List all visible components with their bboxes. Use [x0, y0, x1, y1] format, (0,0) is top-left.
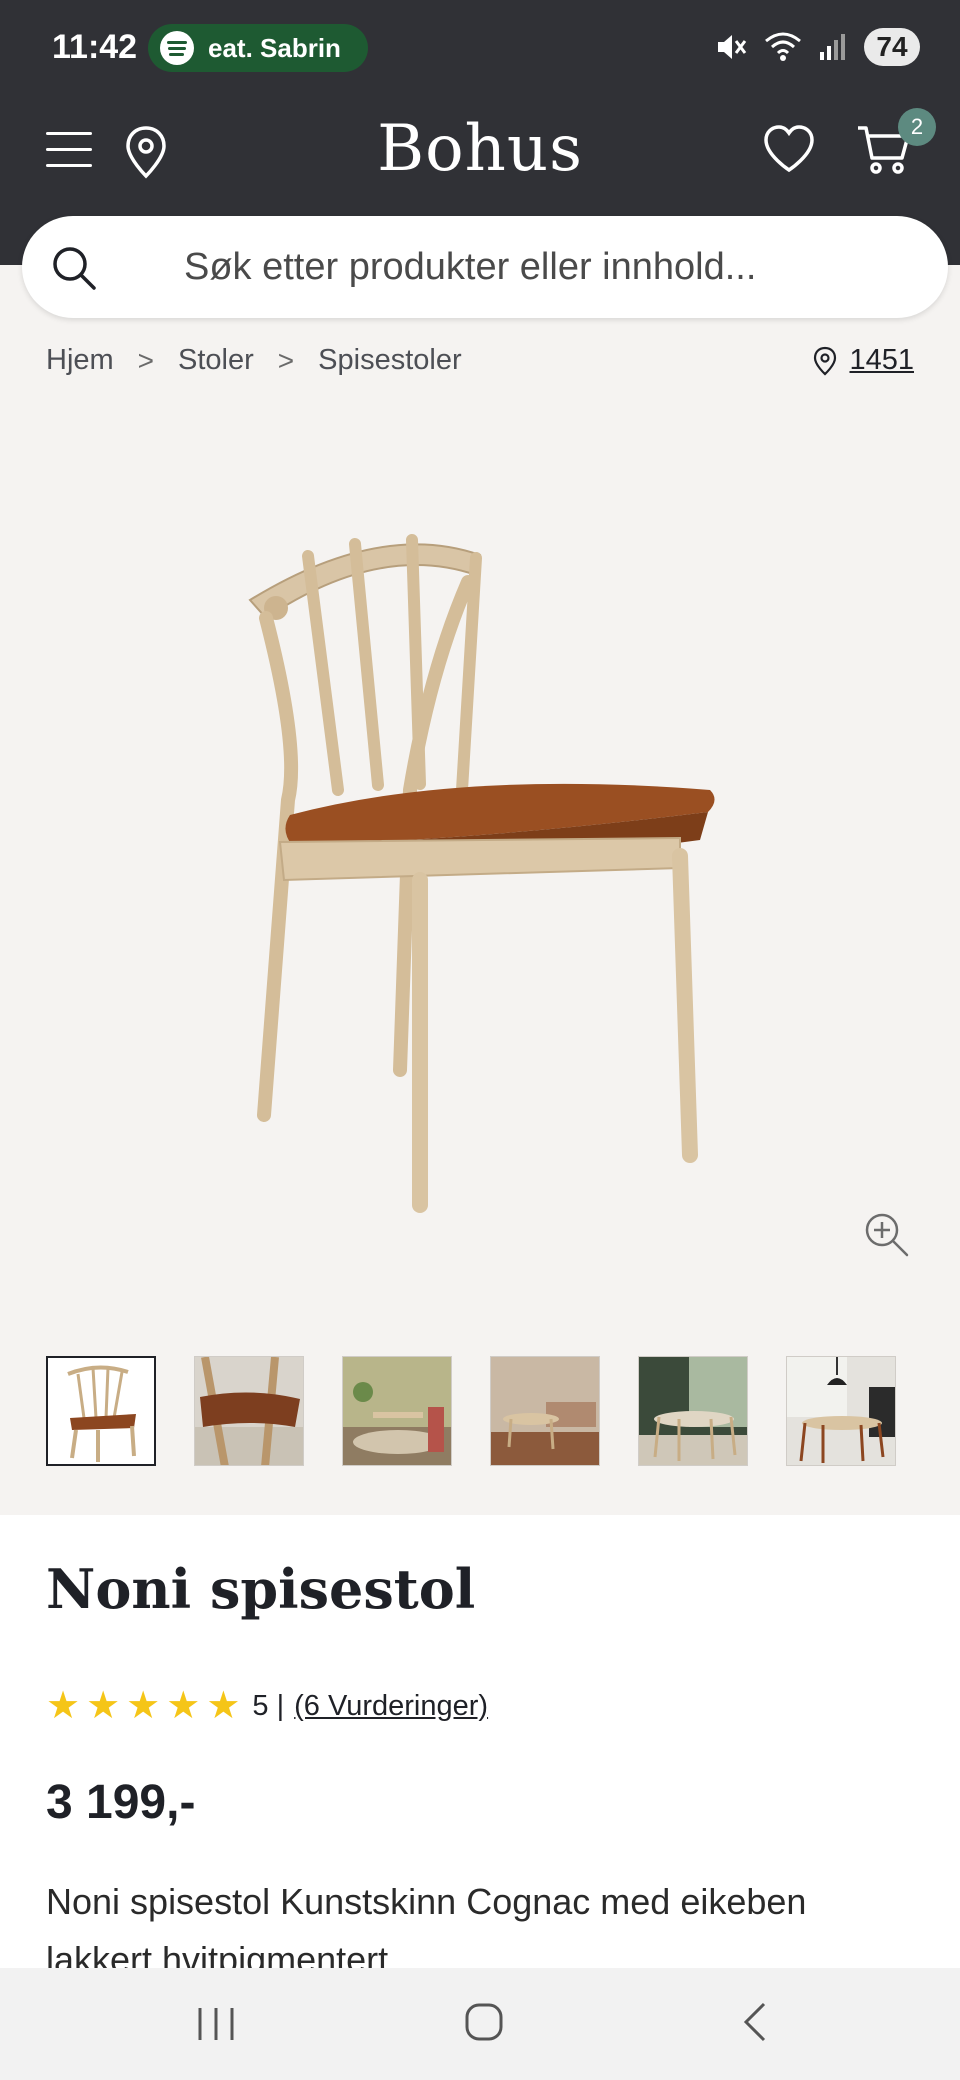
star-icon: ★	[46, 1685, 81, 1727]
signal-icon	[820, 34, 845, 60]
rating-stars: ★ ★ ★ ★ ★	[46, 1687, 240, 1725]
thumbnail-5[interactable]	[638, 1356, 748, 1466]
thumbnail-4[interactable]	[490, 1356, 600, 1466]
site-header: Bohus	[0, 110, 960, 200]
store-selector[interactable]: 1451	[813, 344, 914, 377]
thumbnail-1[interactable]	[46, 1356, 156, 1466]
search-icon	[53, 247, 96, 290]
now-playing-pill[interactable]: eat. Sabrin	[148, 24, 368, 72]
battery-indicator: 74	[864, 28, 920, 66]
thumbnail-strip	[46, 1356, 896, 1466]
heart-icon[interactable]	[762, 124, 816, 174]
status-bar: 11:42 eat. Sabrin 74	[0, 0, 960, 100]
now-playing-text: eat. Sabrin	[208, 32, 341, 63]
wifi-icon	[765, 32, 801, 61]
chevron-right-icon: >	[277, 344, 295, 376]
mute-icon	[718, 35, 747, 59]
search-bar[interactable]	[22, 216, 948, 318]
thumbnail-2[interactable]	[194, 1356, 304, 1466]
spotify-icon	[160, 31, 194, 65]
zoom-in-icon[interactable]	[864, 1212, 910, 1258]
back-icon[interactable]	[740, 2002, 770, 2042]
product-rating: ★ ★ ★ ★ ★ 5 | (6 Vurderinger)	[46, 1687, 488, 1725]
thumbnail-6[interactable]	[786, 1356, 896, 1466]
star-icon: ★	[166, 1685, 201, 1727]
chevron-right-icon: >	[137, 344, 155, 376]
cart-count-badge: 2	[898, 108, 936, 146]
brand-logo[interactable]: Bohus	[0, 112, 960, 186]
breadcrumb-item-home[interactable]: Hjem	[46, 344, 114, 377]
breadcrumb-item-dining-chairs[interactable]: Spisestoler	[318, 344, 461, 377]
product-title: Noni spisestol	[46, 1557, 476, 1621]
product-info: Noni spisestol ★ ★ ★ ★ ★ 5 | (6 Vurderin…	[0, 1515, 960, 1980]
recent-apps-icon[interactable]	[196, 2006, 236, 2042]
home-icon[interactable]	[464, 2002, 504, 2042]
system-nav-bar	[0, 1968, 960, 2080]
thumbnail-3[interactable]	[342, 1356, 452, 1466]
product-main-image[interactable]	[180, 500, 740, 1240]
search-input[interactable]	[182, 236, 906, 298]
star-icon: ★	[86, 1685, 121, 1727]
star-icon: ★	[206, 1685, 241, 1727]
star-icon: ★	[126, 1685, 161, 1727]
rating-value: 5 |	[252, 1689, 285, 1722]
product-price: 3 199,-	[46, 1776, 196, 1829]
location-pin-icon	[814, 346, 837, 375]
reviews-link[interactable]: (6 Vurderinger)	[294, 1690, 488, 1723]
status-time: 11:42	[52, 28, 138, 66]
store-number[interactable]: 1451	[849, 344, 914, 377]
breadcrumb-item-chairs[interactable]: Stoler	[178, 344, 254, 377]
breadcrumb: Hjem > Stoler > Spisestoler	[46, 344, 462, 377]
